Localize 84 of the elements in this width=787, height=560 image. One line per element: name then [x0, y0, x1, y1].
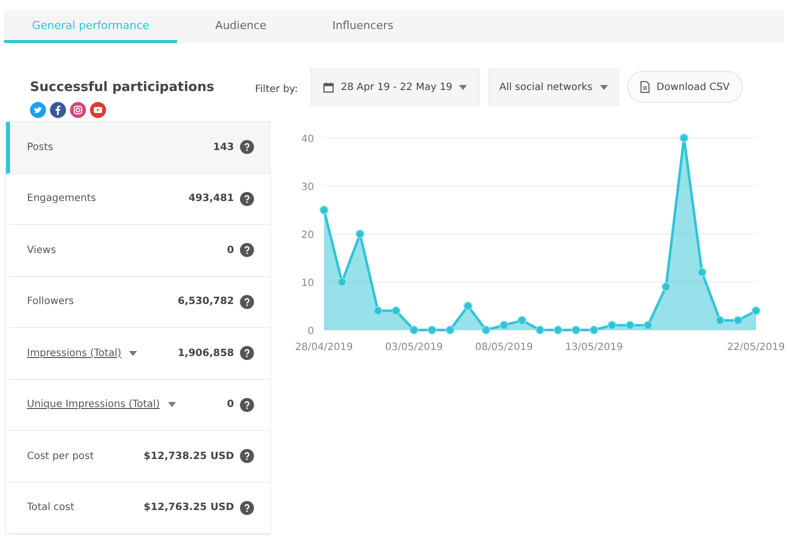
data-point	[392, 306, 400, 316]
stat-row[interactable]: Views 0	[6, 225, 270, 276]
stat-label: Posts	[27, 142, 54, 153]
x-tick-label: 08/05/2019	[475, 342, 533, 353]
stat-value: 6,530,782	[178, 296, 234, 308]
instagram-icon[interactable]	[70, 102, 86, 118]
y-tick-label: 40	[301, 134, 314, 145]
data-point	[680, 134, 688, 142]
caret-icon	[168, 402, 176, 408]
network-dropdown[interactable]: All social networks	[488, 68, 619, 106]
stat-label: Total cost	[27, 502, 74, 514]
stat-value: $12,763.25 USD	[144, 502, 234, 514]
data-point	[338, 278, 346, 286]
data-point	[644, 320, 652, 330]
stat-row[interactable]: Cost per post $12,738.25 USD	[6, 431, 270, 482]
data-point	[590, 326, 598, 334]
filter-label: Filter by:	[255, 84, 298, 95]
y-tick-label: 30	[301, 182, 314, 193]
twitter-icon[interactable]	[30, 102, 46, 118]
facebook-icon[interactable]	[50, 102, 66, 118]
y-tick-label: 10	[301, 278, 314, 289]
stat-value: 1,906,858	[178, 348, 234, 359]
stat-value: 143	[213, 142, 234, 153]
y-tick-label: 0	[308, 326, 314, 337]
data-point	[446, 326, 454, 334]
data-point	[698, 268, 706, 277]
data-point	[608, 320, 616, 330]
caret-icon	[459, 84, 468, 90]
help-icon[interactable]	[240, 346, 254, 360]
stat-value: 0	[227, 244, 234, 256]
data-point	[752, 306, 760, 316]
data-point	[662, 282, 670, 292]
x-tick-label: 28/04/2019	[295, 342, 353, 353]
data-point	[536, 326, 544, 334]
tab[interactable]: Influencers	[304, 10, 422, 43]
data-point	[320, 206, 328, 214]
stat-label: Views	[27, 244, 56, 256]
data-point	[626, 320, 634, 330]
x-tick-label: 13/05/2019	[565, 342, 623, 353]
data-point	[554, 326, 562, 334]
stat-row[interactable]: Posts 143	[6, 122, 270, 174]
stat-value: 0	[227, 399, 234, 410]
stat-label: Cost per post	[27, 450, 94, 462]
stat-value: 493,481	[188, 193, 234, 204]
download-csv-button[interactable]: Download CSV	[626, 71, 743, 103]
stat-row[interactable]: Total cost $12,763.25 USD	[6, 482, 270, 534]
document-icon	[640, 81, 650, 93]
y-tick-label: 20	[301, 230, 314, 241]
youtube-icon[interactable]	[90, 102, 106, 118]
date-range-dropdown[interactable]: 28 Apr 19 - 22 May 19	[310, 68, 480, 106]
help-icon[interactable]	[240, 140, 254, 154]
calendar-icon	[322, 82, 334, 92]
stat-row[interactable]: Unique Impressions (Total) 0	[6, 380, 270, 431]
data-point	[482, 326, 490, 334]
help-icon[interactable]	[240, 294, 254, 309]
stat-value: $12,738.25 USD	[144, 450, 234, 462]
stat-row[interactable]: Followers 6,530,782	[6, 276, 270, 328]
data-point	[464, 302, 472, 310]
stat-row[interactable]: Engagements 493,481	[6, 174, 270, 225]
help-icon[interactable]	[240, 449, 254, 464]
metric-dropdown[interactable]: Impressions (Total)	[27, 348, 122, 359]
stat-row[interactable]: Impressions (Total) 1,906,858	[6, 328, 270, 380]
data-point	[428, 326, 436, 334]
stat-label: Engagements	[27, 193, 96, 204]
section-title: Successful participations	[30, 80, 216, 95]
caret-icon	[129, 350, 138, 356]
x-tick-label: 22/05/2019	[727, 342, 785, 353]
data-point	[734, 316, 742, 325]
data-point	[518, 316, 526, 325]
data-point	[374, 306, 382, 316]
tab[interactable]: Audience	[187, 10, 294, 43]
data-point	[572, 326, 580, 334]
stat-label: Followers	[27, 296, 74, 308]
data-point	[500, 320, 508, 330]
data-point	[410, 326, 418, 334]
help-icon[interactable]	[240, 243, 254, 258]
help-icon[interactable]	[240, 192, 254, 206]
metric-dropdown[interactable]: Unique Impressions (Total)	[27, 399, 160, 410]
caret-icon	[600, 84, 608, 90]
x-tick-label: 03/05/2019	[385, 342, 443, 353]
data-point	[356, 230, 364, 238]
help-icon[interactable]	[240, 500, 254, 515]
data-point	[716, 316, 724, 325]
help-icon[interactable]	[240, 398, 254, 412]
